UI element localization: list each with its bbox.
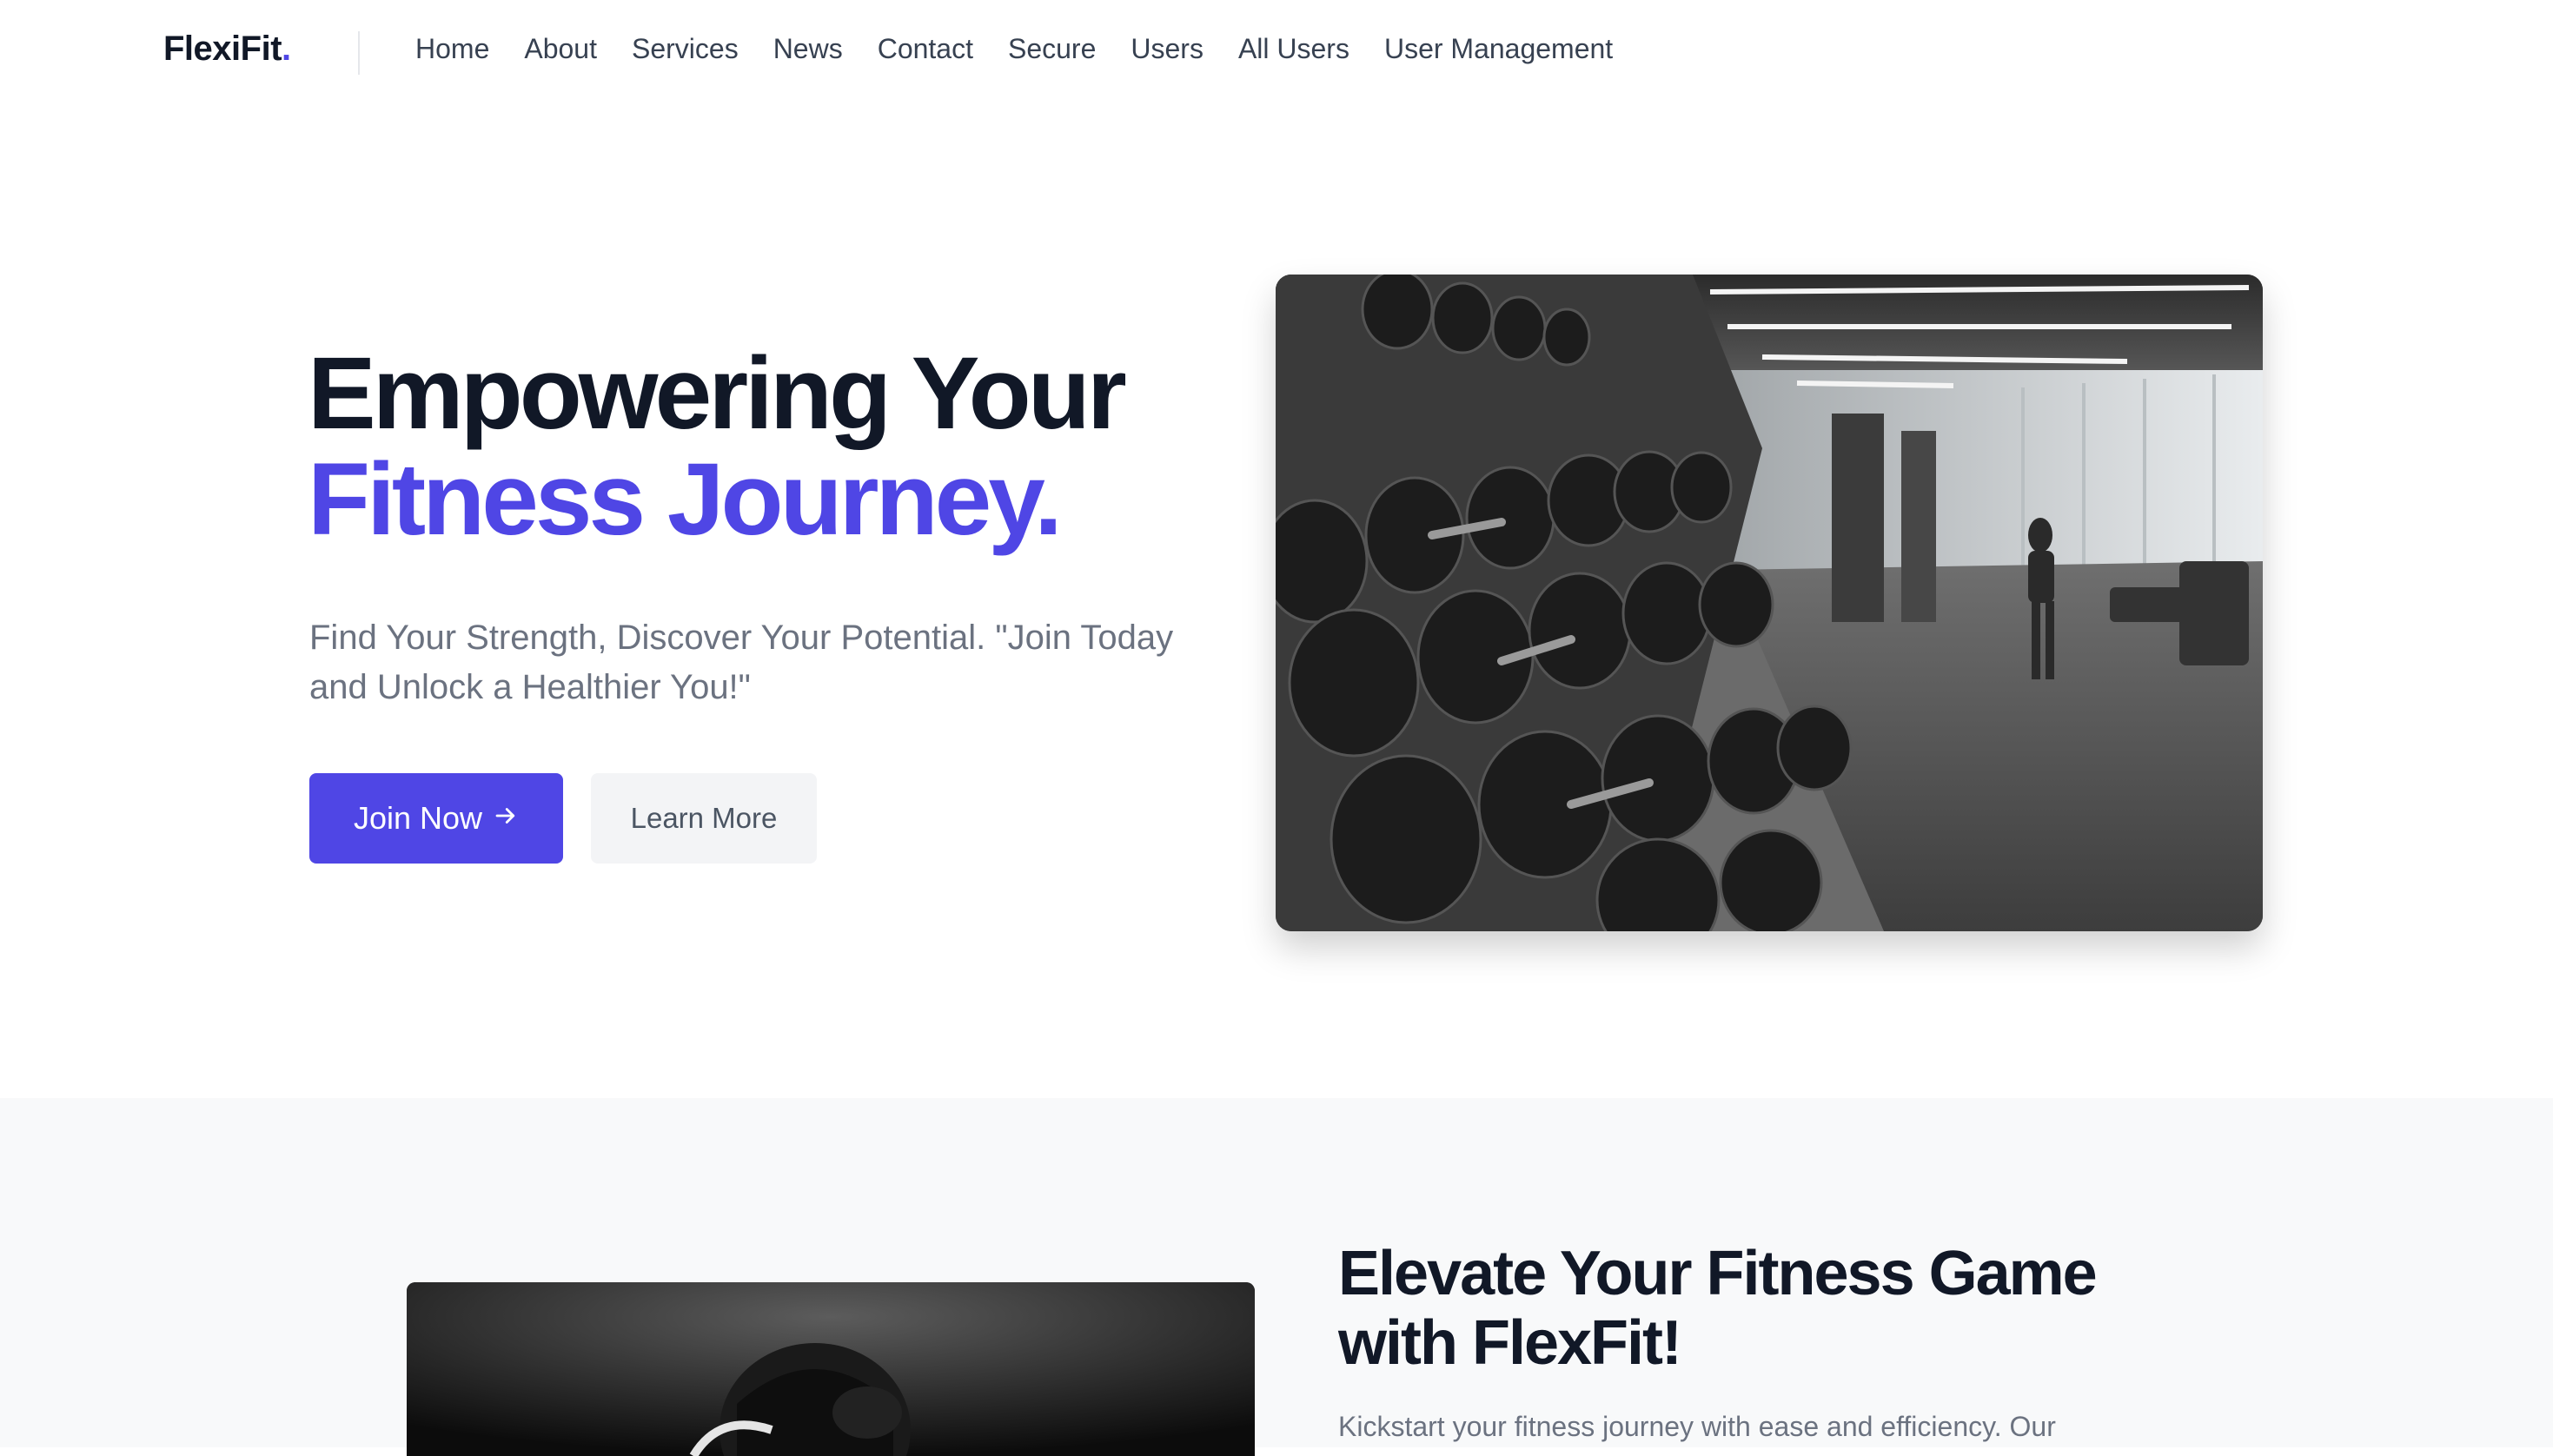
logo[interactable]: FlexiFit.	[163, 30, 291, 69]
nav-link-home[interactable]: Home	[415, 33, 489, 65]
nav-link-secure[interactable]: Secure	[1008, 33, 1096, 65]
hero-title-line1: Empowering Your	[308, 336, 1127, 451]
nav-link-users[interactable]: Users	[1131, 33, 1204, 65]
top-nav: FlexiFit. Home About Services News Conta…	[0, 0, 2553, 104]
logo-text: FlexiFit	[163, 30, 282, 68]
nav-divider	[358, 31, 360, 75]
learn-more-button[interactable]: Learn More	[591, 773, 817, 864]
hero-title: Empowering Your Fitness Journey.	[308, 336, 1127, 557]
nav-link-all-users[interactable]: All Users	[1238, 33, 1349, 65]
hero-title-line2: Fitness Journey.	[308, 442, 1063, 557]
nav-link-user-management[interactable]: User Management	[1384, 33, 1613, 65]
features-section	[0, 1098, 2553, 1447]
features-text: Kickstart your fitness journey with ease…	[1338, 1411, 2056, 1442]
join-now-button[interactable]: Join Now	[309, 773, 563, 864]
join-now-label: Join Now	[353, 800, 483, 836]
nav-link-contact[interactable]: Contact	[878, 33, 973, 65]
nav-link-services[interactable]: Services	[632, 33, 739, 65]
nav-link-about[interactable]: About	[524, 33, 597, 65]
woman-lifting-image	[407, 1282, 1255, 1456]
nav-links: Home About Services News Contact Secure …	[415, 33, 1648, 65]
gym-dumbbell-rack-image	[1276, 275, 2263, 931]
features-title: Elevate Your Fitness Game with FlexFit!	[1338, 1239, 2098, 1378]
logo-dot: .	[282, 30, 291, 68]
nav-link-news[interactable]: News	[773, 33, 843, 65]
hero-subtitle: Find Your Strength, Discover Your Potent…	[309, 619, 1174, 706]
arrow-right-icon	[493, 800, 519, 837]
